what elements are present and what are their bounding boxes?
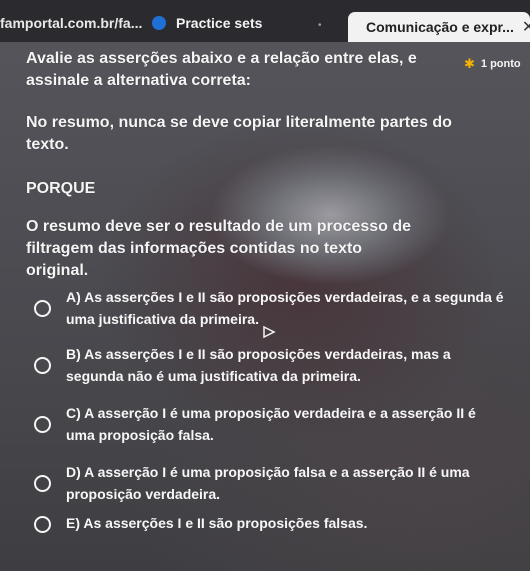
option-a-text: A) As asserções I e II são proposições v… [66, 289, 504, 327]
question-assertion: No resumo, nunca se deve copiar literalm… [26, 114, 452, 153]
option-e-text: E) As asserções I e II são proposições f… [66, 515, 368, 531]
radio-button[interactable] [34, 357, 51, 374]
tab-active-label: Comunicação e expr... [366, 19, 514, 35]
points-badge: ✱ 1 ponto [464, 56, 521, 72]
question-connector: PORQUE [26, 180, 96, 197]
question-instruction: Avalie as asserções abaixo e a relação e… [26, 50, 417, 89]
option-b[interactable]: B) As asserções I e II são proposições v… [34, 343, 514, 387]
browser-tab-bar: famportal.com.br/fa... Practice sets • C… [0, 0, 530, 42]
radio-button[interactable] [34, 300, 51, 317]
option-c[interactable]: C) A asserção I é uma proposição verdade… [34, 402, 514, 446]
required-star-icon: ✱ [464, 56, 475, 71]
option-a[interactable]: A) As asserções I e II são proposições v… [34, 286, 514, 330]
tab-practice-sets[interactable]: Practice sets [152, 10, 262, 36]
option-c-text: C) A asserção I é uma proposição verdade… [66, 405, 476, 443]
option-e[interactable]: E) As asserções I e II são proposições f… [34, 512, 514, 534]
radio-button[interactable] [34, 516, 51, 533]
tab-comunicacao[interactable]: Comunicação e expr... ✕ [348, 12, 530, 42]
radio-button[interactable] [34, 475, 51, 492]
option-b-text: B) As asserções I e II são proposições v… [66, 346, 451, 384]
radio-button[interactable] [34, 416, 51, 433]
tab-separator-dot: • [318, 20, 322, 31]
points-label: 1 ponto [480, 58, 521, 70]
option-d-text: D) A asserção I é uma proposição falsa e… [66, 464, 470, 502]
tab-practice-label: Practice sets [176, 15, 263, 31]
tab-url-label: famportal.com.br/fa... [0, 15, 143, 31]
mouse-cursor-icon [263, 325, 276, 339]
close-icon[interactable]: ✕ [522, 17, 530, 37]
tab-famportal[interactable]: famportal.com.br/fa... [0, 10, 142, 36]
option-d[interactable]: D) A asserção I é uma proposição falsa e… [34, 461, 514, 505]
practice-sets-icon [152, 16, 166, 30]
question-reason: O resumo deve ser o resultado de um proc… [26, 218, 412, 279]
